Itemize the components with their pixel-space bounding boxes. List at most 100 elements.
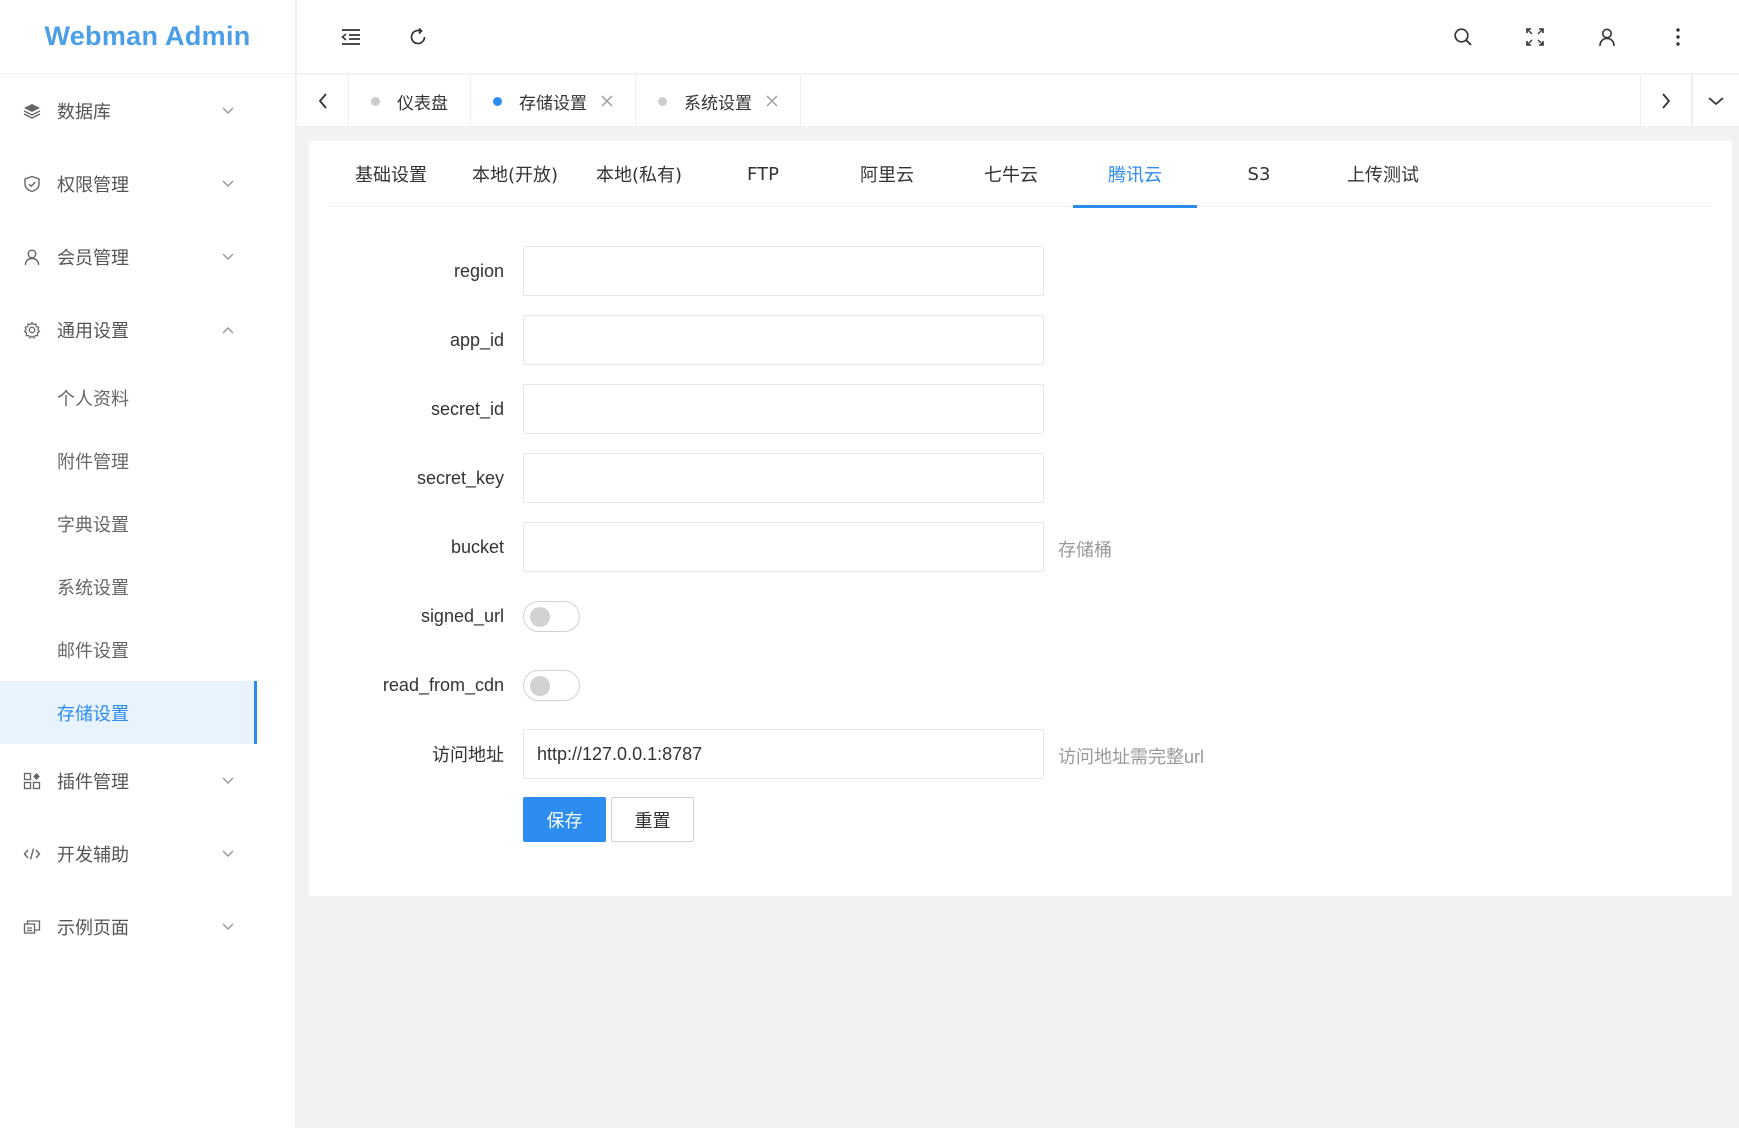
chevron-up-icon: [220, 322, 236, 338]
user-icon[interactable]: [1592, 22, 1622, 52]
tabs-scroll-left-button[interactable]: [297, 75, 349, 127]
refresh-icon[interactable]: [403, 22, 433, 52]
signed-url-toggle[interactable]: [523, 601, 580, 632]
storage-settings-card: 基础设置 本地(开放) 本地(私有) FTP 阿里云 七牛云 腾讯云 S3 上传…: [309, 141, 1732, 896]
sidebar-subitem-dictionary[interactable]: 字典设置: [0, 492, 295, 555]
bucket-label: bucket: [450, 536, 504, 557]
sidebar-subitem-profile[interactable]: 个人资料: [0, 366, 295, 429]
sidebar-item-plugins[interactable]: 插件管理: [0, 744, 295, 817]
top-header: [297, 0, 1739, 74]
sidebar-item-permissions[interactable]: 权限管理: [0, 147, 295, 220]
subtab-ftp[interactable]: FTP: [701, 141, 825, 207]
subtab-basic[interactable]: 基础设置: [329, 141, 453, 207]
subtab-local-private[interactable]: 本地(私有): [577, 141, 701, 207]
tab-storage-settings[interactable]: 存储设置: [471, 75, 636, 127]
chevron-down-icon: [220, 249, 236, 265]
subtab-upload-test[interactable]: 上传测试: [1321, 141, 1445, 207]
open-tabs: 仪表盘 存储设置 系统设置: [349, 75, 801, 127]
toggle-knob: [530, 676, 550, 696]
subtab-tencent-cloud[interactable]: 腾讯云: [1073, 141, 1197, 208]
tab-dashboard[interactable]: 仪表盘: [349, 75, 471, 127]
gear-icon: [22, 320, 42, 340]
form-row-secret-id: secret_id: [309, 384, 1732, 434]
sidebar-item-label: 数据库: [57, 101, 111, 123]
read-from-cdn-label: read_from_cdn: [382, 674, 504, 695]
sidebar-item-general-settings[interactable]: 通用设置: [0, 293, 295, 366]
sidebar-item-members[interactable]: 会员管理: [0, 220, 295, 293]
chevron-down-icon: [220, 103, 236, 119]
form-row-signed-url: signed_url: [309, 591, 1732, 641]
secret-id-label: secret_id: [430, 398, 504, 419]
tab-bar: 仪表盘 存储设置 系统设置: [297, 75, 1739, 127]
layers-icon: [22, 101, 42, 121]
form-row-read-from-cdn: read_from_cdn: [309, 660, 1732, 710]
access-url-label: 访问地址: [432, 745, 504, 765]
form-row-access-url: 访问地址 访问地址需完整url: [309, 729, 1732, 779]
sidebar-subitem-storage-settings[interactable]: 存储设置: [0, 681, 257, 744]
sidebar-subitem-system-settings[interactable]: 系统设置: [0, 555, 295, 618]
subtab-local-public[interactable]: 本地(开放): [453, 141, 577, 207]
search-icon[interactable]: [1448, 22, 1478, 52]
form-row-secret-key: secret_key: [309, 453, 1732, 503]
sidebar-item-label: 权限管理: [57, 174, 129, 196]
chevron-down-icon: [220, 846, 236, 862]
subtab-qiniu[interactable]: 七牛云: [949, 141, 1073, 207]
form-row-app-id: app_id: [309, 315, 1732, 365]
app-id-label: app_id: [449, 329, 504, 350]
tab-label: 存储设置: [519, 93, 587, 114]
app-title: Webman Admin: [44, 21, 251, 51]
tab-label: 仪表盘: [397, 93, 448, 114]
bucket-input[interactable]: [523, 522, 1044, 572]
shield-icon: [22, 174, 42, 194]
subtab-aliyun[interactable]: 阿里云: [825, 141, 949, 207]
tab-system-settings[interactable]: 系统设置: [636, 75, 801, 127]
reset-button[interactable]: 重置: [611, 797, 694, 842]
more-icon[interactable]: [1663, 22, 1693, 52]
form-actions: 保存 重置: [309, 797, 1732, 842]
logo[interactable]: Webman Admin: [0, 0, 295, 74]
subtab-s3[interactable]: S3: [1197, 141, 1321, 207]
pages-icon: [22, 917, 42, 937]
access-url-hint: 访问地址需完整url: [1058, 747, 1205, 767]
sidebar-item-label: 插件管理: [57, 771, 129, 793]
secret-id-input[interactable]: [523, 384, 1044, 434]
chevron-down-icon: [220, 919, 236, 935]
chevron-down-icon: [220, 773, 236, 789]
form-row-bucket: bucket 存储桶: [309, 522, 1732, 572]
read-from-cdn-toggle[interactable]: [523, 670, 580, 701]
region-label: region: [453, 260, 504, 281]
sidebar-subitem-mail-settings[interactable]: 邮件设置: [0, 618, 295, 681]
signed-url-label: signed_url: [420, 605, 504, 626]
tabs-dropdown-button[interactable]: [1692, 75, 1739, 127]
fullscreen-icon[interactable]: [1520, 22, 1550, 52]
tabs-scroll-right-button[interactable]: [1640, 75, 1692, 127]
menu-fold-icon[interactable]: [336, 22, 366, 52]
toggle-knob: [530, 607, 550, 627]
grid-icon: [22, 771, 42, 791]
sidebar-item-label: 通用设置: [57, 320, 129, 342]
secret-key-input[interactable]: [523, 453, 1044, 503]
region-input[interactable]: [523, 246, 1044, 296]
sidebar-item-database[interactable]: 数据库: [0, 74, 295, 147]
sidebar-item-label: 会员管理: [57, 247, 129, 269]
sidebar-item-examples[interactable]: 示例页面: [0, 890, 295, 963]
user-icon: [22, 247, 42, 267]
storage-provider-tabs: 基础设置 本地(开放) 本地(私有) FTP 阿里云 七牛云 腾讯云 S3 上传…: [329, 141, 1711, 208]
chevron-down-icon: [220, 176, 236, 192]
access-url-input[interactable]: [523, 729, 1044, 779]
tab-status-dot: [658, 96, 667, 106]
tab-label: 系统设置: [684, 93, 752, 114]
sidebar-item-label: 示例页面: [57, 917, 129, 939]
sidebar-subitem-attachments[interactable]: 附件管理: [0, 429, 295, 492]
bucket-hint: 存储桶: [1058, 540, 1112, 560]
code-icon: [22, 844, 42, 864]
save-button[interactable]: 保存: [523, 797, 606, 842]
sidebar-item-dev-tools[interactable]: 开发辅助: [0, 817, 295, 890]
sidebar-item-label: 开发辅助: [57, 844, 129, 866]
tab-status-dot: [493, 96, 502, 106]
sidebar: Webman Admin 数据库 权限管理 会员管理 通用设置 个人资料 附件管…: [0, 0, 296, 1128]
close-icon[interactable]: [766, 95, 778, 107]
close-icon[interactable]: [601, 95, 613, 107]
app-id-input[interactable]: [523, 315, 1044, 365]
tab-status-dot: [371, 96, 380, 106]
